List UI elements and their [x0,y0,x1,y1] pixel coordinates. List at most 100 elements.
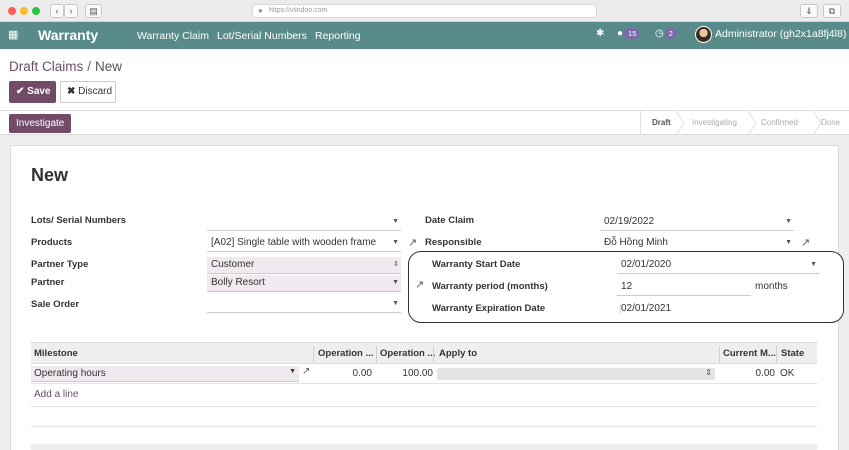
sale-order-label: Sale Order [31,299,80,310]
breadcrumb-parent[interactable]: Draft Claims [9,59,83,74]
caret-down-icon: ▼ [392,239,399,246]
responsible-label: Responsible [425,237,482,248]
sort-caret-icon: ⇕ [393,261,399,268]
menu-warranty-claim[interactable]: Warranty Claim [137,30,209,42]
external-link-icon[interactable]: ↗ [408,236,417,249]
date-claim-field[interactable]: 02/19/2022 ▼ [600,214,794,231]
responsible-field[interactable]: Đỗ Hồng Minh ▼ [600,235,794,252]
column-divider [433,346,434,362]
caret-down-icon: ▼ [392,279,399,286]
partner-type-select[interactable]: Customer ⇕ [207,257,401,274]
table-row[interactable]: Operating hours ▼ ↗ 0.00 100.00 ⇕ 0.00 O… [31,364,817,384]
external-link-icon[interactable]: ↗ [302,366,310,377]
maximize-window-button[interactable] [32,7,40,15]
breadcrumb-separator: / [87,59,92,74]
chevron-right-icon[interactable]: › [64,4,78,18]
chat-icon: ● [617,28,624,39]
col-milestone[interactable]: Milestone [34,343,304,365]
menu-reporting[interactable]: Reporting [315,30,361,42]
avatar[interactable] [695,26,712,43]
stage-draft[interactable]: Draft [652,111,671,135]
date-claim-value: 02/19/2022 [604,216,655,227]
download-icon[interactable]: ⇓ [800,4,818,18]
milestone-select[interactable]: Operating hours ▼ [31,366,299,382]
activities-button[interactable]: ◷ 2 [655,28,677,39]
caret-down-icon: ▼ [810,261,817,268]
col-current[interactable]: Current M... [723,343,778,365]
browser-toolbar: ‹ › ▤ ● https://viindoo.com ⇓ ⧉ [0,0,849,22]
stage-confirmed[interactable]: Confirmed [761,111,798,135]
partner-type-value: Customer [211,259,255,270]
app-brand[interactable]: Warranty [38,27,98,43]
user-menu[interactable]: Administrator (gh2x1a8fj4l8) [715,28,846,40]
partner-type-label: Partner Type [31,259,89,270]
warranty-expiration-value: 02/01/2021 [620,303,672,314]
sidebar-icon[interactable]: ▤ [85,4,102,18]
responsible-value: Đỗ Hồng Minh [604,237,668,248]
stage-done[interactable]: Done [821,111,840,135]
close-icon: ✖ [67,86,76,97]
warranty-start-field[interactable]: 02/01/2020 ▼ [617,257,819,274]
external-link-icon[interactable]: ↗ [801,236,810,249]
caret-down-icon: ▼ [289,368,296,375]
warranty-expiration-label: Warranty Expiration Date [432,303,546,314]
sort-caret-icon: ⇕ [705,368,712,377]
warranty-period-input[interactable]: 12 [617,279,751,296]
warranty-start-value: 02/01/2020 [621,259,672,270]
save-button[interactable]: ✔ Save [9,81,56,103]
warranty-start-label: Warranty Start Date [432,259,521,270]
external-link-icon[interactable]: ↗ [415,278,424,291]
save-label: Save [27,86,51,97]
lock-icon: ● [258,6,263,15]
partner-value: Bolly Resort [211,277,265,288]
date-claim-label: Date Claim [425,215,475,226]
close-window-button[interactable] [8,7,16,15]
sale-order-field[interactable]: ▼ [207,296,401,313]
menu-lot-serial-numbers[interactable]: Lot/Serial Numbers [217,30,307,42]
stage-investigating[interactable]: Investigating [692,111,737,135]
discard-button[interactable]: ✖ Discard [60,81,116,103]
messages-count-badge: 15 [624,28,641,39]
operation-2-value[interactable]: 100.00 [377,364,433,384]
clock-icon: ◷ [655,28,664,39]
investigate-button[interactable]: Investigate [9,114,72,133]
apply-to-select[interactable]: ⇕ [437,368,715,380]
caret-down-icon: ▼ [392,300,399,307]
window-icon[interactable]: ⧉ [823,4,841,18]
products-field[interactable]: [A02] Single table with wooden frame ▼ [207,235,401,252]
col-apply-to[interactable]: Apply to [439,343,519,365]
messages-button[interactable]: ● 15 [617,28,641,39]
warranty-period-unit: months [755,281,788,292]
top-navbar: ▦ Warranty Warranty Claim Lot/Serial Num… [0,22,849,49]
apps-grid-icon[interactable]: ▦ [8,28,18,41]
warranty-period-value: 12 [621,281,633,292]
col-state[interactable]: State [781,343,815,365]
breadcrumb: Draft Claims / New [9,59,122,74]
activities-count-badge: 2 [664,28,677,39]
chevron-left-icon[interactable]: ‹ [50,4,64,18]
col-operation-1[interactable]: Operation ... [318,343,376,365]
state-value: OK [780,368,795,379]
warranty-period-label: Warranty period (months) [432,281,548,292]
col-operation-2[interactable]: Operation ... [380,343,438,365]
milestone-table-header: Milestone Operation ... Operation ... Ap… [31,342,817,364]
minimize-window-button[interactable] [20,7,28,15]
column-divider [776,346,777,362]
operation-1-value[interactable]: 0.00 [317,364,372,384]
add-a-line-link[interactable]: Add a line [34,389,78,400]
status-bar: Investigate Draft Investigating Confirme… [0,111,849,135]
stage-arrows [675,111,822,135]
url-bar[interactable]: ● https://viindoo.com [252,4,597,18]
divider [31,426,817,427]
milestone-value: Operating hours [34,368,106,379]
column-divider [313,346,314,362]
products-label: Products [31,237,73,248]
caret-down-icon: ▼ [785,218,792,225]
lots-field[interactable]: ▼ [207,214,401,231]
products-value: [A02] Single table with wooden frame [211,237,377,248]
bug-icon[interactable]: ✱ [596,28,604,39]
lots-label: Lots/ Serial Numbers [31,215,127,226]
partner-field[interactable]: Bolly Resort ▼ [207,275,401,292]
discard-label: Discard [78,86,113,97]
control-panel: Draft Claims / New ✔ Save ✖ Discard [0,49,849,111]
